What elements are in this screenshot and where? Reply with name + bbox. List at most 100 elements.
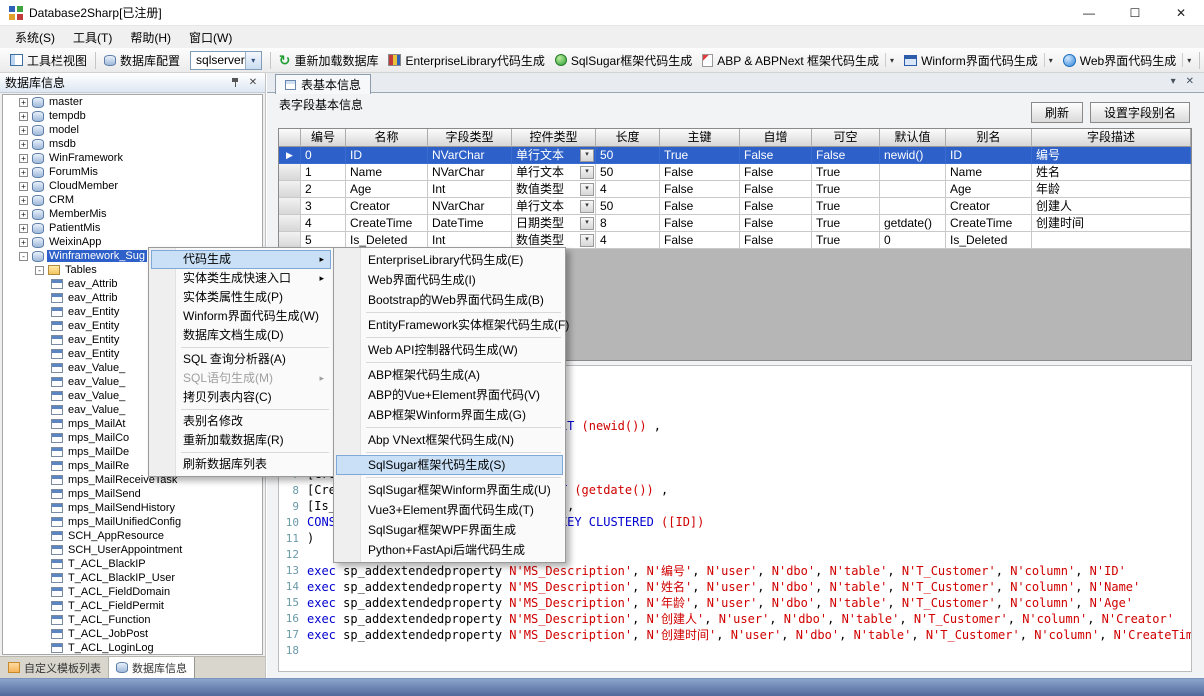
grid-cell[interactable]: Creator [946, 198, 1032, 215]
row-selector-cell[interactable]: ▶ [279, 147, 301, 164]
grid-cell[interactable]: Name [946, 164, 1032, 181]
grid-cell[interactable]: True [812, 232, 880, 249]
tree-item[interactable]: mps_MailSend [3, 487, 262, 501]
tree-item[interactable]: +PatientMis [3, 221, 262, 235]
menu-bar-item[interactable]: 系统(S) [6, 26, 64, 48]
context-menu-item[interactable]: 实体类属性生成(P) [151, 288, 331, 307]
grid-column-header[interactable]: 自增 [740, 129, 812, 147]
expander-collapsed-icon[interactable]: + [19, 224, 28, 233]
grid-cell[interactable]: False [740, 181, 812, 198]
grid-cell[interactable]: 1 [301, 164, 346, 181]
grid-cell[interactable]: False [660, 198, 740, 215]
grid-cell[interactable] [880, 164, 946, 181]
grid-cell[interactable]: 0 [880, 232, 946, 249]
grid-cell[interactable]: 8 [596, 215, 660, 232]
minimize-button[interactable]: — [1066, 0, 1112, 26]
expander-collapsed-icon[interactable]: + [19, 126, 28, 135]
grid-cell[interactable] [880, 198, 946, 215]
grid-cell[interactable]: newid() [880, 147, 946, 164]
grid-cell[interactable]: NVarChar [428, 198, 512, 215]
grid-cell[interactable]: 创建人 [1032, 198, 1191, 215]
tree-item[interactable]: T_ACL_LoginLog [3, 641, 262, 655]
grid-cell[interactable]: 0 [301, 147, 346, 164]
context-menu-item[interactable]: SQL语句生成(M)▸ [151, 369, 331, 388]
grid-cell[interactable]: 年龄 [1032, 181, 1191, 198]
grid-cell[interactable] [1032, 232, 1191, 249]
expander-collapsed-icon[interactable]: + [19, 196, 28, 205]
sidebar-tab-template-list[interactable]: 自定义模板列表 [1, 657, 109, 678]
toolbar-button-abp[interactable]: ABP & ABPNext 框架代码生成▾ [697, 50, 899, 71]
grid-cell[interactable]: Age [346, 181, 428, 198]
expander-collapsed-icon[interactable]: + [19, 98, 28, 107]
grid-cell[interactable]: False [740, 147, 812, 164]
grid-cell[interactable]: Age [946, 181, 1032, 198]
submenu-item[interactable]: Vue3+Element界面代码生成(T) [336, 500, 563, 520]
row-selector-cell[interactable] [279, 215, 301, 232]
context-menu-item[interactable]: 重新加载数据库(R) [151, 431, 331, 450]
tree-item[interactable]: +ForumMis [3, 165, 262, 179]
pin-icon[interactable] [228, 76, 242, 90]
grid-cell[interactable]: 单行文本▾ [512, 147, 596, 164]
submenu-item[interactable]: Bootstrap的Web界面代码生成(B) [336, 290, 563, 310]
grid-cell[interactable]: False [740, 198, 812, 215]
grid-cell[interactable]: ID [946, 147, 1032, 164]
grid-row[interactable]: 3CreatorNVarChar单行文本▾50FalseFalseTrueCre… [279, 198, 1191, 215]
toolbar-button-sqlsugar[interactable]: SqlSugar框架代码生成 [550, 50, 697, 71]
grid-cell[interactable]: 2 [301, 181, 346, 198]
grid-cell[interactable]: 4 [301, 215, 346, 232]
grid-cell[interactable]: 4 [596, 232, 660, 249]
tab-table-basic-info[interactable]: 表基本信息 [275, 74, 371, 94]
grid-column-header[interactable]: 长度 [596, 129, 660, 147]
expander-collapsed-icon[interactable]: + [19, 112, 28, 121]
expander-collapsed-icon[interactable]: + [19, 182, 28, 191]
tree-item[interactable]: +msdb [3, 137, 262, 151]
grid-column-header[interactable]: 可空 [812, 129, 880, 147]
context-menu-item[interactable]: 代码生成▸ [151, 250, 331, 269]
submenu-item[interactable]: EntityFramework实体框架代码生成(F) [336, 315, 563, 335]
submenu-item[interactable]: EnterpriseLibrary代码生成(E) [336, 250, 563, 270]
grid-cell[interactable]: True [812, 181, 880, 198]
grid-cell[interactable]: getdate() [880, 215, 946, 232]
grid-row[interactable]: 1NameNVarChar单行文本▾50FalseFalseTrueName姓名 [279, 164, 1191, 181]
grid-cell[interactable]: 编号 [1032, 147, 1191, 164]
context-menu-item[interactable]: 拷贝列表内容(C) [151, 388, 331, 407]
grid-cell[interactable]: False [660, 215, 740, 232]
submenu-item[interactable]: Web界面代码生成(I) [336, 270, 563, 290]
context-menu-item[interactable]: SQL 查询分析器(A) [151, 350, 331, 369]
grid-row[interactable]: 4CreateTimeDateTime日期类型▾8FalseFalseTrueg… [279, 215, 1191, 232]
grid-cell[interactable]: CreateTime [346, 215, 428, 232]
submenu-item[interactable]: ABP框架Winform界面生成(G) [336, 405, 563, 425]
submenu-item[interactable]: SqlSugar框架代码生成(S) [336, 455, 563, 475]
expander-collapsed-icon[interactable]: + [19, 140, 28, 149]
grid-cell[interactable]: 数值类型▾ [512, 181, 596, 198]
tree-item[interactable]: T_ACL_BlackIP [3, 557, 262, 571]
control-type-dropdown[interactable]: ▾ [580, 149, 594, 162]
tree-item[interactable]: T_ACL_FieldDomain [3, 585, 262, 599]
submenu-item[interactable]: Python+FastApi后端代码生成 [336, 540, 563, 560]
grid-column-header[interactable]: 默认值 [880, 129, 946, 147]
grid-cell[interactable]: Int [428, 181, 512, 198]
grid-cell[interactable]: False [660, 164, 740, 181]
grid-cell[interactable]: 单行文本▾ [512, 198, 596, 215]
close-button[interactable]: ✕ [1158, 0, 1204, 26]
control-type-dropdown[interactable]: ▾ [580, 200, 594, 213]
submenu-item[interactable]: ABP框架代码生成(A) [336, 365, 563, 385]
context-menu-item[interactable]: 实体类生成快速入口▸ [151, 269, 331, 288]
grid-cell[interactable]: 单行文本▾ [512, 164, 596, 181]
tree-item[interactable]: mps_MailUnifiedConfig [3, 515, 262, 529]
tree-item[interactable]: +CRM [3, 193, 262, 207]
tree-item[interactable]: mps_MailSendHistory [3, 501, 262, 515]
tree-item[interactable]: +CloudMember [3, 179, 262, 193]
chevron-down-icon[interactable]: ▾ [885, 53, 894, 67]
chevron-down-icon[interactable]: ▾ [1171, 76, 1176, 87]
tree-item[interactable]: T_ACL_Function [3, 613, 262, 627]
toolbar-button-enterprise-library[interactable]: EnterpriseLibrary代码生成 [383, 50, 549, 71]
toolbar-button-database-config[interactable]: 数据库配置 [99, 50, 185, 71]
tree-item[interactable]: SCH_AppResource [3, 529, 262, 543]
grid-cell[interactable]: 姓名 [1032, 164, 1191, 181]
submenu-item[interactable]: Web API控制器代码生成(W) [336, 340, 563, 360]
grid-cell[interactable]: NVarChar [428, 147, 512, 164]
context-menu-item[interactable]: 表别名修改 [151, 412, 331, 431]
submenu-item[interactable]: SqlSugar框架Winform界面生成(U) [336, 480, 563, 500]
menu-bar-item[interactable]: 工具(T) [64, 26, 121, 48]
